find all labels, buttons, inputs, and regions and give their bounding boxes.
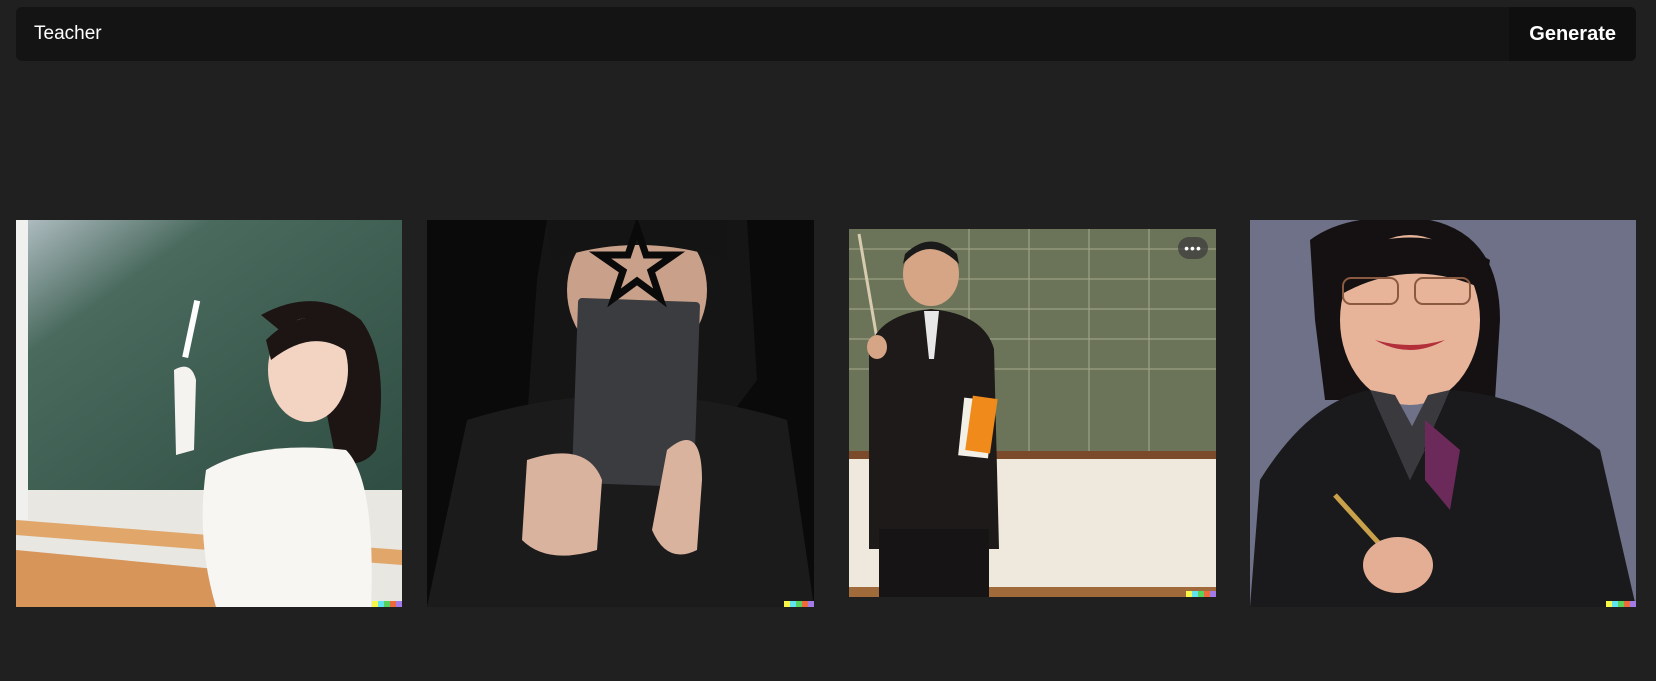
result-image-4-art [1250, 220, 1636, 607]
watermark-swatch [784, 601, 814, 607]
watermark-swatch [1186, 591, 1216, 597]
more-options-button[interactable]: ••• [1178, 237, 1208, 259]
swatch-purple [808, 601, 814, 607]
watermark-swatch [1606, 601, 1636, 607]
swatch-purple [1210, 591, 1216, 597]
swatch-purple [1630, 601, 1636, 607]
watermark-swatch [372, 601, 402, 607]
result-image-4[interactable] [1250, 220, 1636, 607]
result-image-1[interactable] [16, 220, 402, 607]
result-image-3-art [849, 229, 1216, 597]
result-image-2-art [427, 220, 814, 607]
generate-button[interactable]: Generate [1509, 7, 1636, 61]
swatch-purple [396, 601, 402, 607]
prompt-input[interactable] [16, 7, 1510, 61]
result-image-3[interactable]: ••• [849, 229, 1216, 597]
prompt-bar: Generate [16, 7, 1636, 61]
result-image-2[interactable] [427, 220, 814, 607]
result-image-1-art [16, 220, 402, 607]
